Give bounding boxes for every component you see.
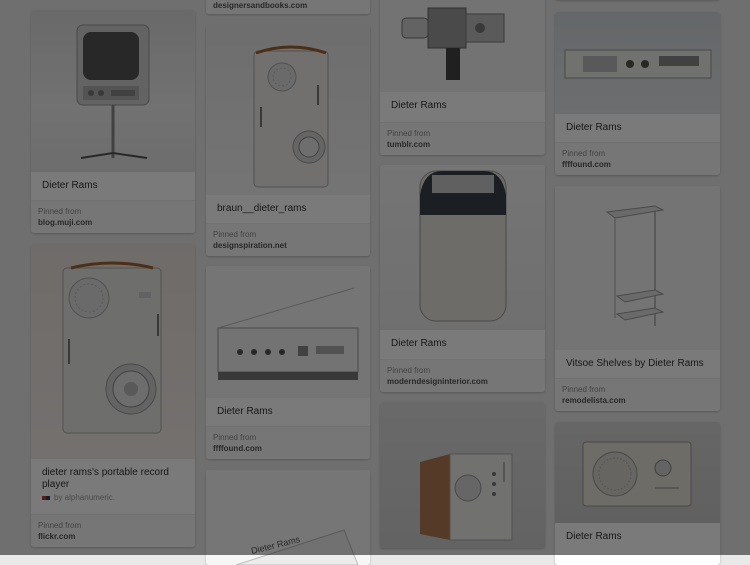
braun-record-player-image <box>62 261 162 434</box>
pin-card[interactable] <box>380 402 545 548</box>
pin-card[interactable]: Dieter Rams <box>555 422 720 565</box>
pin-image[interactable]: Dieter Rams <box>206 470 370 565</box>
pin-image[interactable] <box>206 25 370 195</box>
pin-attribution: Pinned from remodelista.com <box>555 378 720 411</box>
pin-image[interactable] <box>380 0 545 92</box>
pin-description: Dieter Rams <box>391 100 447 111</box>
pinned-from-label: Pinned from <box>387 129 431 138</box>
pinned-from-label: Pinned from <box>213 433 257 442</box>
braun-tv-image <box>76 24 150 159</box>
pin-card[interactable]: designersandbooks.com <box>206 0 370 14</box>
pin-description: braun__dieter_rams <box>217 203 307 214</box>
braun-radio-cube-image <box>420 453 513 541</box>
pin-source-link[interactable]: ffffound.com <box>562 159 713 170</box>
pin-description: dieter rams's portable record player <box>42 467 169 490</box>
pin-description: Vitsoe Shelves by Dieter Rams <box>566 358 704 369</box>
pin-card[interactable]: Vitsoe Shelves by Dieter Rams Pinned fro… <box>555 186 720 411</box>
pin-description: Dieter Rams <box>391 338 447 349</box>
braun-speaker-image <box>582 441 692 507</box>
pin-card[interactable]: Dieter Rams Pinned from blog.muji.com <box>31 10 195 233</box>
pin-image[interactable] <box>380 402 545 548</box>
pin-attribution: Pinned from ffffound.com <box>206 426 370 459</box>
pin-attribution: Pinned from moderndesigninterior.com <box>380 359 545 392</box>
pin-attribution: Pinned from flickr.com <box>31 514 195 547</box>
pinned-from-label: Pinned from <box>562 149 606 158</box>
braun-shaver-image <box>419 170 507 322</box>
pin-description: Dieter Rams <box>566 531 622 542</box>
pin-card[interactable]: Dieter Rams Pinned from ffffound.com <box>206 266 370 459</box>
pin-board: Dieter Rams Pinned from blog.muji.com di… <box>0 0 750 565</box>
pinned-from-label: Pinned from <box>213 230 257 239</box>
pin-image[interactable] <box>555 186 720 350</box>
pinner-name: by alphanumeric. <box>54 493 115 502</box>
pinned-from-label: Pinned from <box>38 521 82 530</box>
pin-image[interactable] <box>555 422 720 523</box>
pin-card[interactable]: Dieter Rams Pinned from ffffound.com <box>555 12 720 175</box>
pin-description: Dieter Rams <box>566 122 622 133</box>
braun-wall-unit-image <box>564 49 712 79</box>
pin-attribution: Pinned from tumblr.com <box>380 122 545 155</box>
pin-card[interactable]: braun__dieter_rams Pinned from designspi… <box>206 25 370 256</box>
pin-image[interactable] <box>31 10 195 172</box>
pin-source-link[interactable]: remodelista.com <box>562 395 713 406</box>
pinned-from-label: Pinned from <box>387 366 431 375</box>
pin-card[interactable]: dieter rams's portable record player by … <box>31 244 195 547</box>
book-cover-image: Dieter Rams <box>235 529 359 565</box>
pin-card[interactable]: Dieter Rams Pinned from tumblr.com <box>380 0 545 155</box>
vitsoe-shelf-image <box>605 205 665 326</box>
pin-image[interactable] <box>31 244 195 459</box>
pin-image[interactable] <box>380 165 545 330</box>
pin-image[interactable] <box>555 12 720 114</box>
pin-source-link[interactable]: ffffound.com <box>213 443 363 454</box>
pin-attribution: Pinned from blog.muji.com <box>31 200 195 233</box>
pin-source-link[interactable]: designersandbooks.com <box>213 0 363 11</box>
braun-camera-image <box>401 7 505 80</box>
pin-image[interactable] <box>206 266 370 398</box>
pin-attribution: Pinned from ffffound.com <box>555 142 720 175</box>
pin-source-link[interactable]: designspiration.net <box>213 240 363 251</box>
pin-description: Dieter Rams <box>217 406 273 417</box>
pinned-from-label: Pinned from <box>562 385 606 394</box>
pin-attribution: Pinned from designspiration.net <box>206 223 370 256</box>
pinned-from-label: Pinned from <box>38 207 82 216</box>
pinner-avatar-icon <box>42 495 50 500</box>
braun-radio-image <box>253 45 329 188</box>
pin-attribution: designersandbooks.com <box>206 0 370 14</box>
pin-source-link[interactable]: blog.muji.com <box>38 217 188 228</box>
braun-hifi-image <box>217 287 359 380</box>
pin-card[interactable]: Dieter Rams <box>206 470 370 565</box>
pinner-info[interactable]: by alphanumeric. <box>31 493 195 502</box>
pin-description: Dieter Rams <box>42 180 98 191</box>
pin-source-link[interactable]: moderndesigninterior.com <box>387 376 538 387</box>
pin-card[interactable]: Dieter Rams Pinned from moderndesigninte… <box>380 165 545 392</box>
pin-source-link[interactable]: tumblr.com <box>387 139 538 150</box>
pin-source-link[interactable]: flickr.com <box>38 531 188 542</box>
